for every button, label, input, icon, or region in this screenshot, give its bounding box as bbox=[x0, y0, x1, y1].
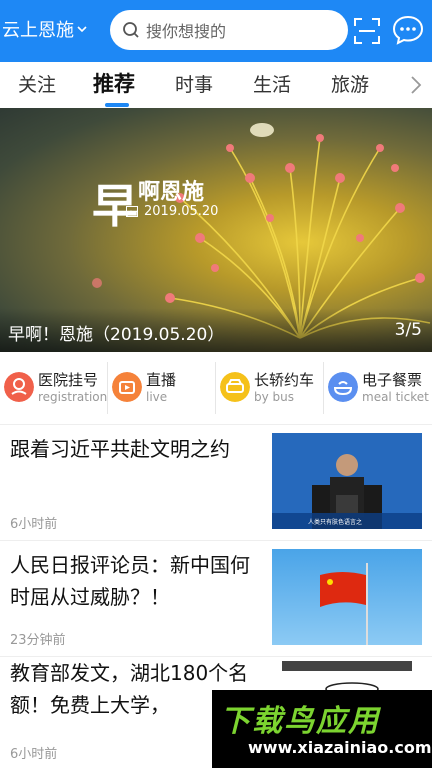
news-item[interactable]: 跟着习近平共赴文明之约 6小时前 人类只有肤色语言之 bbox=[0, 425, 432, 541]
thumbnail-caption: 人类只有肤色语言之 bbox=[308, 518, 362, 526]
photo-icon bbox=[126, 206, 138, 217]
quick-services: 医院挂号 registration 直播 live 长轿约车 by bus 电子… bbox=[0, 352, 432, 425]
scan-icon[interactable] bbox=[354, 18, 380, 44]
search-icon bbox=[123, 22, 139, 38]
banner-logo: 早 啊恩施 2019.05.20 bbox=[92, 170, 218, 236]
service-title: 直播 bbox=[146, 371, 177, 389]
city-label: 云上恩施 bbox=[2, 20, 74, 41]
watermark-overlay: 下载鸟应用 www.xiazainiao.com bbox=[212, 690, 432, 768]
news-thumbnail bbox=[272, 657, 422, 690]
tab-follow[interactable]: 关注 bbox=[18, 70, 56, 97]
news-time: 23分钟前 bbox=[10, 633, 66, 648]
message-icon[interactable] bbox=[392, 15, 424, 45]
tab-current-affairs[interactable]: 时事 bbox=[175, 70, 213, 97]
city-selector[interactable]: 云上恩施 bbox=[2, 16, 87, 42]
top-header: 云上恩施 搜你想搜的 bbox=[0, 0, 432, 62]
tab-recommend[interactable]: 推荐 bbox=[93, 68, 135, 98]
category-tabs: 关注 推荐 时事 生活 旅游 bbox=[0, 62, 432, 108]
search-placeholder: 搜你想搜的 bbox=[146, 22, 227, 41]
service-hospital[interactable]: 医院挂号 registration bbox=[0, 352, 108, 424]
service-title: 电子餐票 bbox=[362, 371, 423, 389]
news-time: 6小时前 bbox=[10, 517, 58, 532]
active-tab-indicator bbox=[105, 103, 129, 107]
service-meal[interactable]: 电子餐票 meal ticket bbox=[324, 352, 432, 424]
watermark-url: www.xiazainiao.com bbox=[248, 738, 432, 757]
banner-caption: 早啊！恩施（2019.05.20） bbox=[8, 325, 225, 345]
live-tv-icon bbox=[112, 372, 142, 402]
car-icon bbox=[220, 372, 250, 402]
news-item[interactable]: 人民日报评论员：新中国何时屈从过威胁？！ 23分钟前 bbox=[0, 541, 432, 657]
hospital-icon bbox=[4, 372, 34, 402]
search-input[interactable]: 搜你想搜的 bbox=[110, 10, 348, 50]
watermark-logo: 下载鸟应用 bbox=[220, 704, 380, 739]
service-subtitle: meal ticket bbox=[362, 390, 429, 404]
banner-logo-text: 啊恩施 bbox=[138, 179, 205, 205]
service-title: 医院挂号 bbox=[38, 371, 99, 389]
service-title: 长轿约车 bbox=[254, 371, 315, 389]
service-subtitle: by bus bbox=[254, 390, 295, 404]
chevron-right-icon[interactable] bbox=[410, 75, 422, 95]
meal-icon bbox=[328, 372, 358, 402]
tab-life[interactable]: 生活 bbox=[253, 70, 291, 97]
news-headline: 跟着习近平共赴文明之约 bbox=[10, 437, 230, 461]
chevron-down-icon bbox=[77, 26, 87, 33]
news-thumbnail: 人类只有肤色语言之 bbox=[272, 433, 422, 529]
service-subtitle: registration bbox=[38, 390, 108, 404]
service-car[interactable]: 长轿约车 by bus bbox=[216, 352, 324, 424]
tab-travel[interactable]: 旅游 bbox=[331, 70, 369, 97]
banner-page-counter: 3/5 bbox=[394, 320, 422, 340]
banner-carousel[interactable]: 早 啊恩施 2019.05.20 早啊！恩施（2019.05.20） 3/5 bbox=[0, 108, 432, 352]
news-headline: 人民日报评论员：新中国何时屈从过威胁？！ bbox=[10, 553, 250, 609]
news-thumbnail bbox=[272, 549, 422, 645]
news-time: 6小时前 bbox=[10, 747, 58, 762]
service-live[interactable]: 直播 live bbox=[108, 352, 216, 424]
banner-logo-date: 2019.05.20 bbox=[144, 204, 219, 219]
service-subtitle: live bbox=[146, 390, 168, 404]
